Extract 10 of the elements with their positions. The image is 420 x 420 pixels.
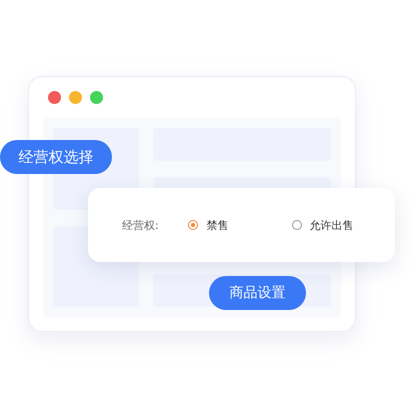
radio-button[interactable] — [292, 220, 302, 230]
radio-button[interactable] — [188, 220, 198, 230]
product-settings-button[interactable]: 商品设置 — [209, 276, 306, 310]
field-label: 经营权: — [122, 218, 160, 232]
section-badge: 经营权选择 — [0, 140, 112, 174]
maximize-dot-icon — [90, 91, 103, 104]
radio-label: 允许出售 — [310, 218, 354, 232]
minimize-dot-icon — [69, 91, 82, 104]
radio-label: 禁售 — [206, 218, 228, 232]
close-dot-icon — [48, 91, 61, 104]
